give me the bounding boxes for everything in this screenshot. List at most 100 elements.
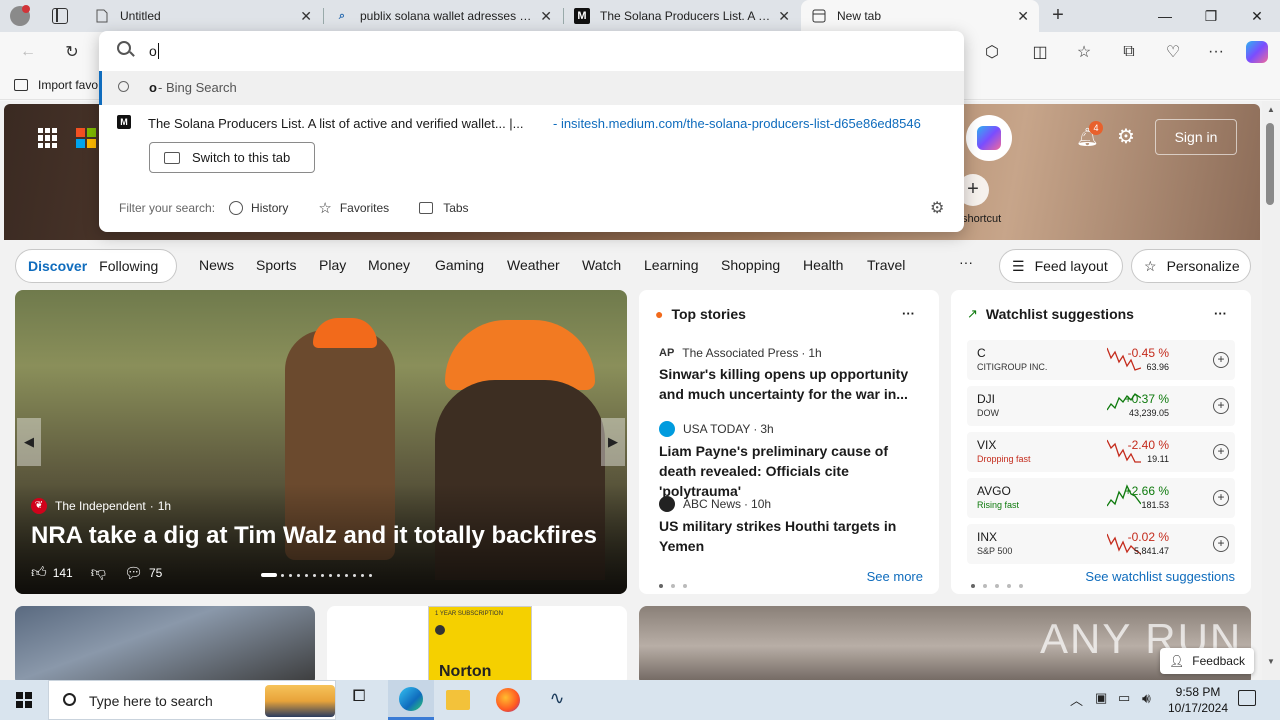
restore-button[interactable]: ❐ [1188,0,1234,32]
back-icon[interactable]: ← [16,40,40,64]
close-tab-icon[interactable]: ✕ [778,8,790,25]
tab-untitled[interactable]: Untitled ✕ [84,0,322,32]
page-settings-gear-icon[interactable]: ⚙ [1117,124,1135,149]
add-to-watchlist-button[interactable]: + [1213,398,1229,414]
add-to-watchlist-button[interactable]: + [1213,490,1229,506]
top-stories-more-button[interactable]: ··· [902,306,915,321]
story-item[interactable]: USA TODAY · 3h Liam Payne's preliminary … [659,421,919,501]
tab-new-tab[interactable]: New tab ✕ [801,0,1039,32]
refresh-icon[interactable]: ↻ [60,40,84,64]
nav-money[interactable]: Money [368,257,410,273]
profile-icon[interactable] [10,5,30,26]
volume-icon[interactable]: 🔊︎ [1142,690,1151,707]
nav-news[interactable]: News [199,257,234,273]
collections-icon[interactable]: ⧉ [1117,40,1141,64]
page-scrollbar[interactable]: ▲ ▼ [1262,101,1280,680]
taskbar-search-box[interactable]: Type here to search [48,680,336,720]
switch-tab-label: Switch to this tab [192,150,291,165]
nav-health[interactable]: Health [803,257,843,273]
nav-gaming[interactable]: Gaming [435,257,484,273]
suggestion-open-tab[interactable]: M The Solana Producers List. A list of a… [99,107,964,137]
nav-weather[interactable]: Weather [507,257,560,273]
personalize-button[interactable]: ☆ Personalize [1131,249,1251,283]
minimize-button[interactable]: — [1142,0,1188,32]
copilot-button[interactable] [966,115,1012,161]
stock-row-c[interactable]: C CITIGROUP INC. -0.45 % 63.96 + [967,340,1235,380]
copilot-icon[interactable] [1245,40,1269,64]
watchlist-more-button[interactable]: ··· [1214,306,1227,321]
filter-favorites[interactable]: ☆ Favorites [318,199,389,217]
new-tab-button[interactable]: + [1046,4,1070,28]
clock-date: 10/17/2024 [1167,701,1229,715]
close-tab-icon[interactable]: ✕ [300,8,312,25]
hero-headline[interactable]: NRA take a dig at Tim Walz and it totall… [31,522,597,550]
nav-shopping[interactable]: Shopping [721,257,780,273]
story-item[interactable]: ABC News · 10h US military strikes Houth… [659,496,919,556]
carousel-next-button[interactable]: ▶ [601,418,625,466]
stock-row-dji[interactable]: DJI DOW +0.37 % 43,239.05 + [967,386,1235,426]
firefox-icon[interactable] [496,688,520,712]
close-tab-icon[interactable]: ✕ [1017,8,1029,25]
see-watchlist-suggestions-link[interactable]: See watchlist suggestions [1085,569,1235,584]
suggestion-bing-search[interactable]: o - Bing Search [99,71,964,105]
add-to-watchlist-button[interactable]: + [1213,352,1229,368]
network-icon[interactable]: ▭ [1118,690,1130,706]
microsoft-logo-icon [76,128,96,148]
filter-tabs[interactable]: Tabs [419,201,469,215]
feedback-button[interactable]: 👤︎ Feedback [1160,648,1254,674]
nav-play[interactable]: Play [319,257,346,273]
extensions-icon[interactable]: ⬡ [980,40,1004,64]
tab-following[interactable]: Following [99,258,158,274]
sign-in-button[interactable]: Sign in [1155,119,1237,155]
notification-center-icon[interactable] [1238,690,1256,706]
favorites-icon[interactable]: ☆ [1072,40,1096,64]
comment-icon[interactable]: 💬︎ [124,564,143,582]
meet-now-icon[interactable]: ▣ [1095,690,1107,706]
close-tab-icon[interactable]: ✕ [540,8,552,25]
filter-history[interactable]: History [229,201,288,215]
tab-medium[interactable]: M The Solana Producers List. A list o ✕ [564,0,800,32]
import-favorites-link[interactable]: Import favo [14,78,98,92]
scrollbar-thumb[interactable] [1266,123,1274,205]
clock[interactable]: 9:58 PM 10/17/2024 [1166,684,1230,716]
add-to-watchlist-button[interactable]: + [1213,536,1229,552]
story-card-lower-1[interactable] [15,606,315,680]
address-bar[interactable]: o [99,31,964,71]
import-favorites-label: Import favo [38,78,99,92]
dislike-icon[interactable]: 👎︎ [91,564,106,582]
settings-more-icon[interactable]: ··· [1204,40,1228,64]
edge-taskbar-icon[interactable] [388,680,434,720]
search-settings-gear-icon[interactable]: ⚙ [930,198,944,218]
nav-travel[interactable]: Travel [867,257,905,273]
app-launcher-icon[interactable] [38,128,58,148]
show-hidden-icons-button[interactable]: ︿ [1070,690,1083,709]
address-input[interactable]: o [149,43,159,59]
switch-to-tab-button[interactable]: Switch to this tab [149,142,315,173]
nav-sports[interactable]: Sports [256,257,296,273]
split-screen-icon[interactable]: ◫ [1028,40,1052,64]
tab-discover[interactable]: Discover [28,258,87,274]
close-window-button[interactable]: ✕ [1234,0,1280,32]
stock-row-avgo[interactable]: AVGO Rising fast +2.66 % 181.53 + [967,478,1235,518]
file-explorer-icon[interactable] [446,690,470,710]
add-to-watchlist-button[interactable]: + [1213,444,1229,460]
taskbar-search-placeholder: Type here to search [89,693,213,709]
story-item[interactable]: AP The Associated Press · 1h Sinwar's ki… [659,346,919,404]
nav-learning[interactable]: Learning [644,257,699,273]
carousel-prev-button[interactable]: ◀ [17,418,41,466]
tab-search[interactable]: ⌕ publix solana wallet adresses - Se ✕ [324,0,562,32]
like-icon[interactable]: 👍︎ [31,564,47,582]
app-taskbar-icon[interactable]: ∿ [544,688,570,712]
ad-card-norton[interactable]: 1 YEAR SUBSCRIPTION Norton [327,606,627,680]
hero-story-card[interactable]: ◀ ▶ ❦ The Independent · 1h NRA take a di… [15,290,627,594]
stock-row-inx[interactable]: INX S&P 500 -0.02 % 5,841.47 + [967,524,1235,564]
see-more-link[interactable]: See more [867,569,923,584]
tab-actions-icon[interactable] [52,8,68,24]
feed-layout-button[interactable]: ☰ Feed layout [999,249,1123,283]
browser-essentials-icon[interactable]: ♡ [1161,40,1185,64]
start-button[interactable] [0,680,48,720]
stock-row-vix[interactable]: VIX Dropping fast -2.40 % 19.11 + [967,432,1235,472]
nav-watch[interactable]: Watch [582,257,621,273]
task-view-icon[interactable]: ⧠ [346,688,372,712]
nav-more-button[interactable]: ··· [959,254,973,270]
